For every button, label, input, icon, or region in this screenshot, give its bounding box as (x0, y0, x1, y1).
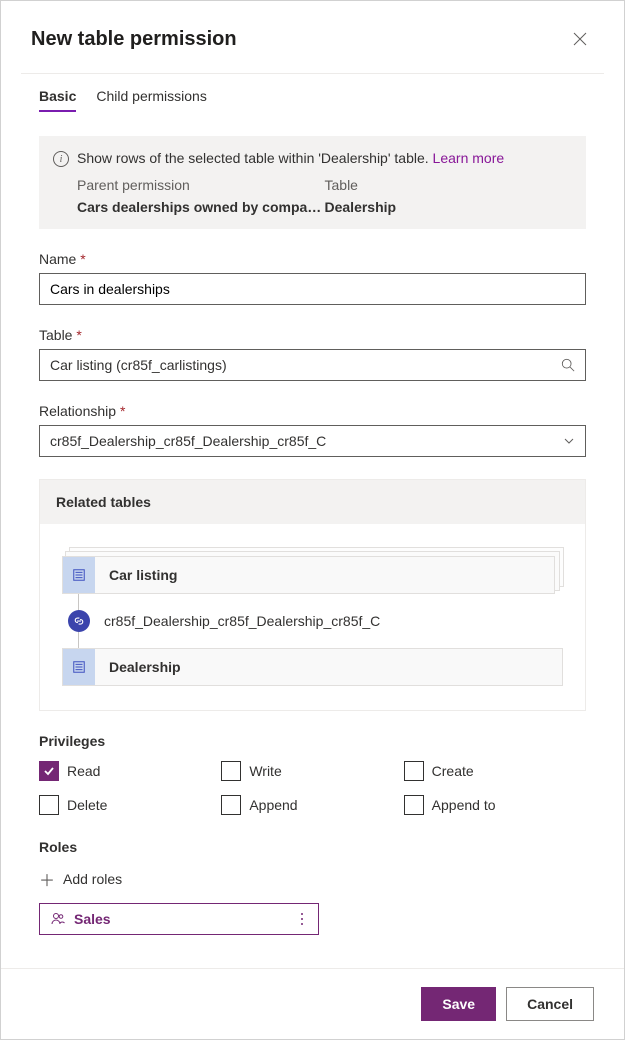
parent-table-value: Dealership (325, 199, 573, 215)
relationship-row: cr85f_Dealership_cr85f_Dealership_cr85f_… (68, 610, 563, 632)
table-picker[interactable]: Car listing (cr85f_carlistings) (39, 349, 586, 381)
relationship-field: Relationship * cr85f_Dealership_cr85f_De… (39, 403, 586, 457)
parent-table-label: Table (325, 177, 573, 193)
related-tables-section: Related tables Car listing cr85f_Dealers… (39, 479, 586, 711)
add-roles-label: Add roles (63, 871, 122, 887)
role-chip-sales[interactable]: Sales (39, 903, 319, 935)
info-message: Show rows of the selected table within '… (77, 150, 429, 166)
related-table-car-listing: Car listing (62, 556, 555, 594)
info-icon: i (53, 151, 69, 167)
name-field: Name * (39, 251, 586, 305)
relationship-label: Relationship * (39, 403, 586, 419)
chevron-down-icon (563, 435, 575, 447)
privilege-label: Append to (432, 797, 496, 813)
privilege-create[interactable]: Create (404, 761, 586, 781)
new-table-permission-panel: New table permission Basic Child permiss… (0, 0, 625, 1040)
table-field: Table * Car listing (cr85f_carlistings) (39, 327, 586, 381)
relationship-value: cr85f_Dealership_cr85f_Dealership_cr85f_… (50, 433, 326, 449)
tab-basic[interactable]: Basic (39, 88, 76, 112)
privilege-label: Read (67, 763, 100, 779)
panel-title: New table permission (31, 28, 237, 51)
checkbox-icon (221, 761, 241, 781)
privilege-append[interactable]: Append (221, 795, 403, 815)
checkbox-icon (39, 795, 59, 815)
privilege-label: Append (249, 797, 297, 813)
tab-child-permissions[interactable]: Child permissions (96, 88, 206, 112)
more-vertical-icon[interactable] (296, 912, 308, 926)
parent-permission-value: Cars dealerships owned by compa… (77, 199, 325, 215)
related-table-label: Dealership (109, 659, 181, 675)
privilege-read[interactable]: Read (39, 761, 221, 781)
privilege-label: Create (432, 763, 474, 779)
privileges-grid: Read Write Create Delete Append Append t… (39, 761, 586, 815)
table-value: Car listing (cr85f_carlistings) (50, 357, 227, 373)
related-table-dealership: Dealership (62, 648, 563, 686)
save-button[interactable]: Save (421, 987, 496, 1021)
privilege-label: Write (249, 763, 281, 779)
checkbox-icon (404, 795, 424, 815)
close-icon (573, 32, 587, 46)
related-tables-heading: Related tables (40, 480, 585, 524)
parent-permission-label: Parent permission (77, 177, 325, 193)
panel-header: New table permission (1, 1, 624, 73)
panel-footer: Save Cancel (1, 968, 624, 1039)
checkbox-icon (404, 761, 424, 781)
info-text: Show rows of the selected table within '… (77, 150, 504, 166)
add-roles-button[interactable]: ＋ Add roles (39, 867, 586, 891)
name-input[interactable] (39, 273, 586, 305)
roles-heading: Roles (39, 839, 586, 855)
people-icon (50, 911, 66, 927)
link-icon (68, 610, 90, 632)
table-label: Table * (39, 327, 586, 343)
close-button[interactable] (566, 25, 594, 53)
checkbox-checked-icon (39, 761, 59, 781)
info-banner: i Show rows of the selected table within… (39, 136, 586, 229)
panel-content: i Show rows of the selected table within… (1, 112, 624, 935)
name-label: Name * (39, 251, 586, 267)
tabs: Basic Child permissions (1, 74, 624, 112)
learn-more-link[interactable]: Learn more (433, 150, 505, 166)
search-icon (561, 358, 575, 372)
relationship-select[interactable]: cr85f_Dealership_cr85f_Dealership_cr85f_… (39, 425, 586, 457)
privilege-label: Delete (67, 797, 107, 813)
checkbox-icon (221, 795, 241, 815)
privilege-append-to[interactable]: Append to (404, 795, 586, 815)
related-table-label: Car listing (109, 567, 177, 583)
privilege-delete[interactable]: Delete (39, 795, 221, 815)
table-icon (63, 557, 95, 593)
relationship-name: cr85f_Dealership_cr85f_Dealership_cr85f_… (104, 613, 380, 629)
table-icon (63, 649, 95, 685)
role-label: Sales (74, 911, 111, 927)
privileges-heading: Privileges (39, 733, 586, 749)
plus-icon: ＋ (39, 867, 55, 891)
cancel-button[interactable]: Cancel (506, 987, 594, 1021)
privilege-write[interactable]: Write (221, 761, 403, 781)
